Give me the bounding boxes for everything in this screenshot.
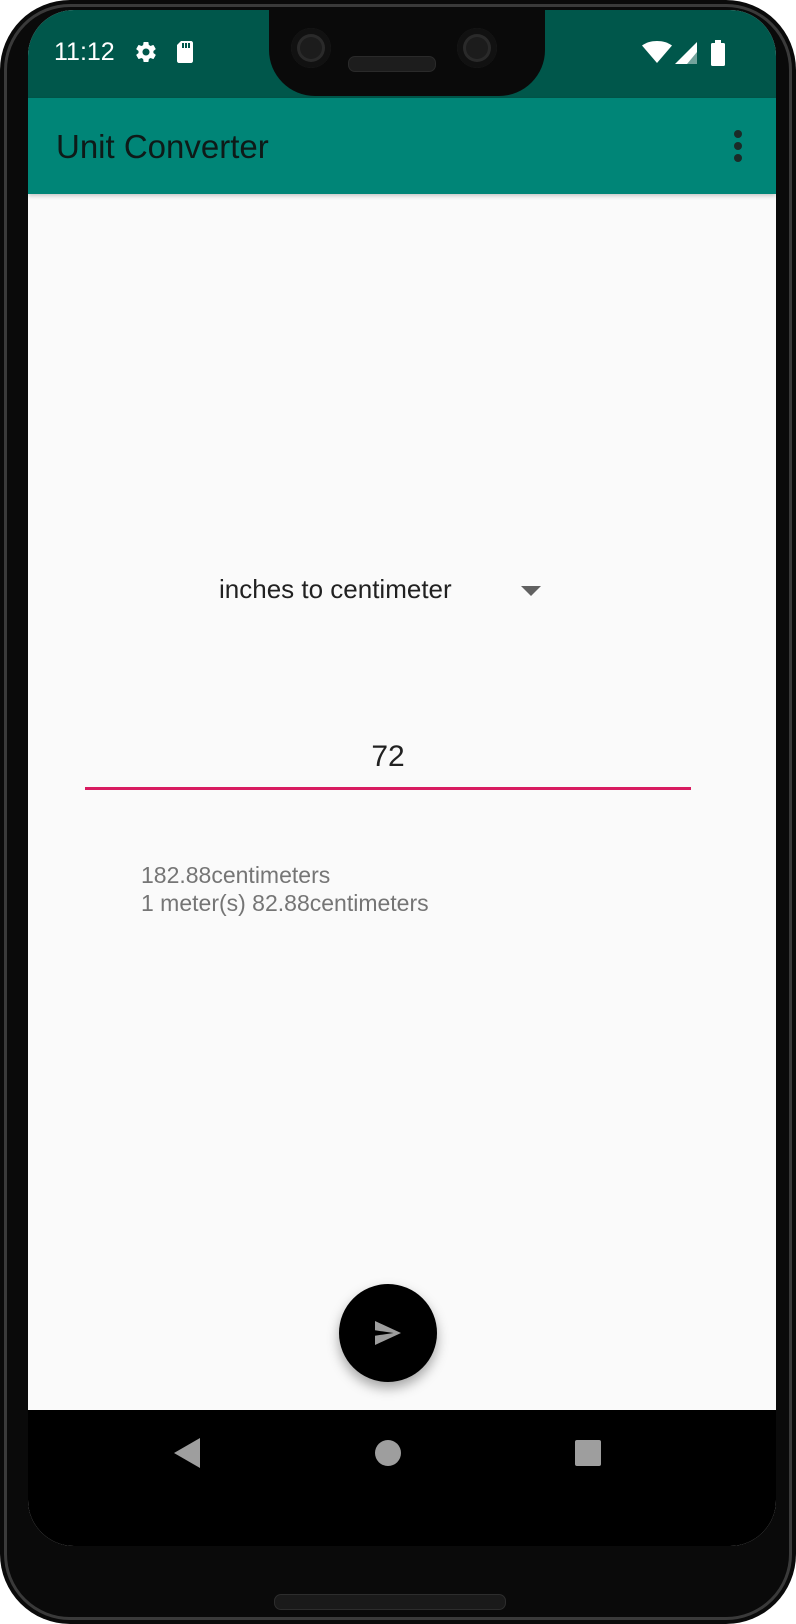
send-icon <box>375 1321 401 1345</box>
conversion-spinner[interactable]: inches to centimeter <box>208 560 568 620</box>
front-camera-secondary <box>457 28 497 68</box>
more-vert-icon-dot <box>734 154 742 162</box>
result-meters-centimeters: 1 meter(s) 82.88centimeters <box>141 890 429 916</box>
bottom-speaker-grille <box>274 1594 506 1610</box>
phone-frame: 11:12 Unit Converter inches to centimete… <box>0 0 796 1624</box>
more-vert-icon-dot <box>734 142 742 150</box>
back-icon[interactable] <box>174 1438 200 1468</box>
result-centimeters: 182.88centimeters <box>141 862 331 888</box>
more-vert-icon <box>734 130 742 138</box>
value-input-text: 72 <box>371 740 405 773</box>
navigation-bar <box>28 1410 776 1546</box>
status-time: 11:12 <box>54 38 115 66</box>
signal-icon <box>675 41 699 70</box>
app-title: Unit Converter <box>56 128 269 165</box>
wifi-icon <box>642 41 672 70</box>
more-options-button[interactable] <box>716 122 760 170</box>
recents-icon[interactable] <box>575 1440 601 1466</box>
dropdown-arrow-icon <box>521 586 541 596</box>
conversion-selected-label: inches to centimeter <box>219 574 452 604</box>
home-icon[interactable] <box>375 1440 401 1466</box>
front-camera <box>291 28 331 68</box>
earpiece-speaker <box>348 56 436 72</box>
sd-card-icon <box>175 40 195 69</box>
gear-icon <box>134 40 158 69</box>
screen: 11:12 Unit Converter inches to centimete… <box>28 10 776 1546</box>
status-bar: 11:12 <box>28 10 776 98</box>
camera-notch <box>269 10 545 96</box>
app-bar: Unit Converter <box>28 98 776 194</box>
battery-icon <box>710 40 726 71</box>
convert-fab-button[interactable] <box>339 1284 437 1382</box>
value-input[interactable]: 72 <box>85 730 691 790</box>
